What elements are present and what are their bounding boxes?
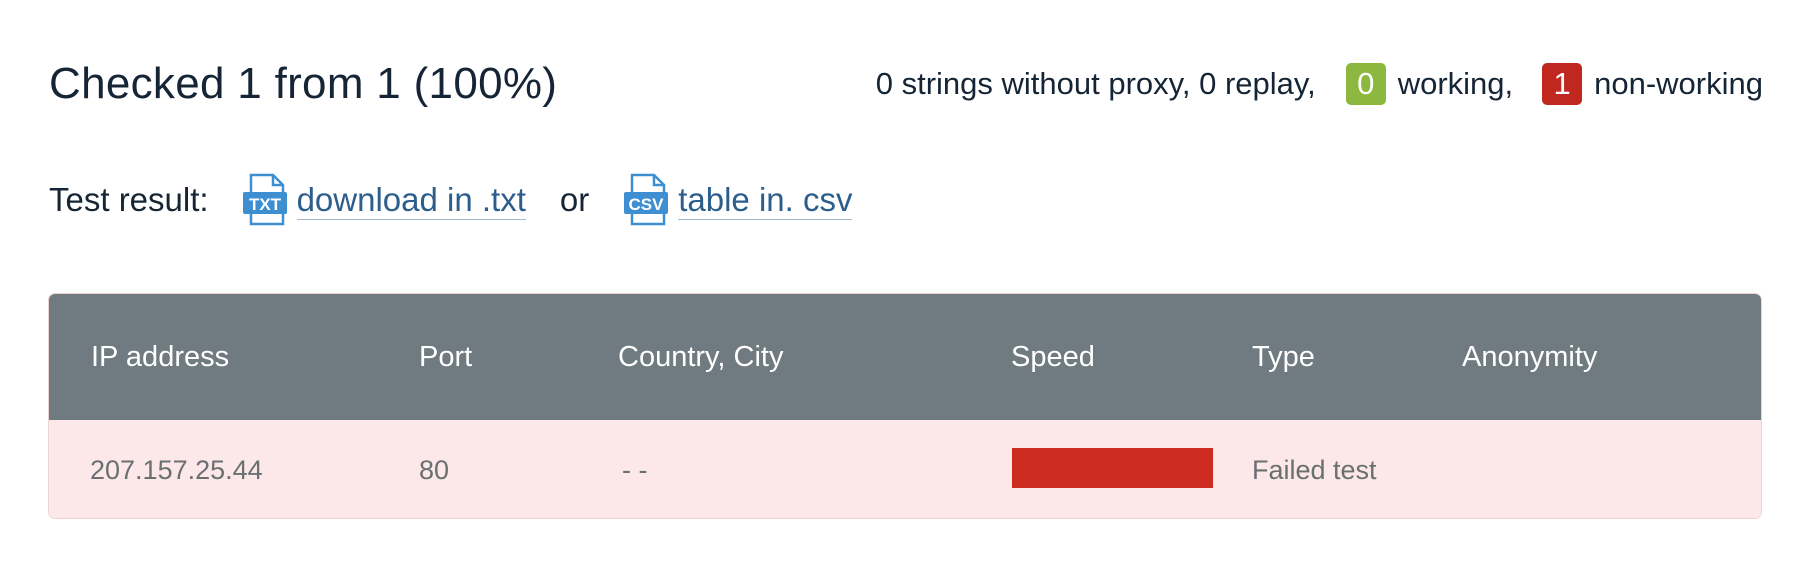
txt-icon-label: TXT — [249, 195, 282, 214]
table-row: 207.157.25.44 80 - - Failed test — [49, 420, 1761, 518]
check-summary: 0 strings without proxy, 0 replay, 0 wor… — [876, 63, 1763, 105]
cell-country-city: - - — [622, 455, 648, 485]
column-header-type[interactable]: Type — [1252, 294, 1315, 420]
nonworking-label: non-working — [1594, 66, 1763, 101]
cell-ip: 207.157.25.44 — [90, 455, 263, 485]
download-txt-link[interactable]: download in .txt — [296, 180, 526, 221]
summary-text: 0 strings without proxy, 0 replay, — [875, 66, 1316, 101]
or-separator: or — [559, 181, 590, 218]
csv-file-icon[interactable]: CSV — [623, 173, 669, 227]
column-header-ip[interactable]: IP address — [91, 294, 229, 420]
nonworking-count-badge: 1 — [1542, 63, 1583, 105]
column-header-country-city[interactable]: Country, City — [618, 294, 783, 420]
table-header: IP address Port Country, City Speed Type… — [49, 294, 1761, 420]
working-count-badge: 0 — [1345, 63, 1386, 105]
column-header-anonymity[interactable]: Anonymity — [1462, 294, 1597, 420]
cell-type: Failed test — [1252, 455, 1377, 485]
txt-file-icon[interactable]: TXT — [242, 173, 288, 227]
working-label: working, — [1397, 66, 1514, 101]
download-csv-link[interactable]: table in. csv — [678, 180, 853, 221]
column-header-speed[interactable]: Speed — [1011, 294, 1095, 420]
proxy-check-page: Checked 1 from 1 (100%) 0 strings withou… — [0, 0, 1818, 572]
speed-bar-failed — [1012, 448, 1213, 488]
column-header-port[interactable]: Port — [419, 294, 472, 420]
page-title: Checked 1 from 1 (100%) — [49, 59, 558, 108]
test-result-label: Test result: — [49, 181, 209, 218]
csv-icon-label: CSV — [629, 195, 665, 214]
test-result-downloads: Test result: TXT download in .txt or CSV… — [49, 170, 853, 230]
proxy-results-table: IP address Port Country, City Speed Type… — [48, 293, 1762, 519]
status-header: Checked 1 from 1 (100%) 0 strings withou… — [49, 52, 1763, 116]
cell-port: 80 — [419, 455, 450, 485]
